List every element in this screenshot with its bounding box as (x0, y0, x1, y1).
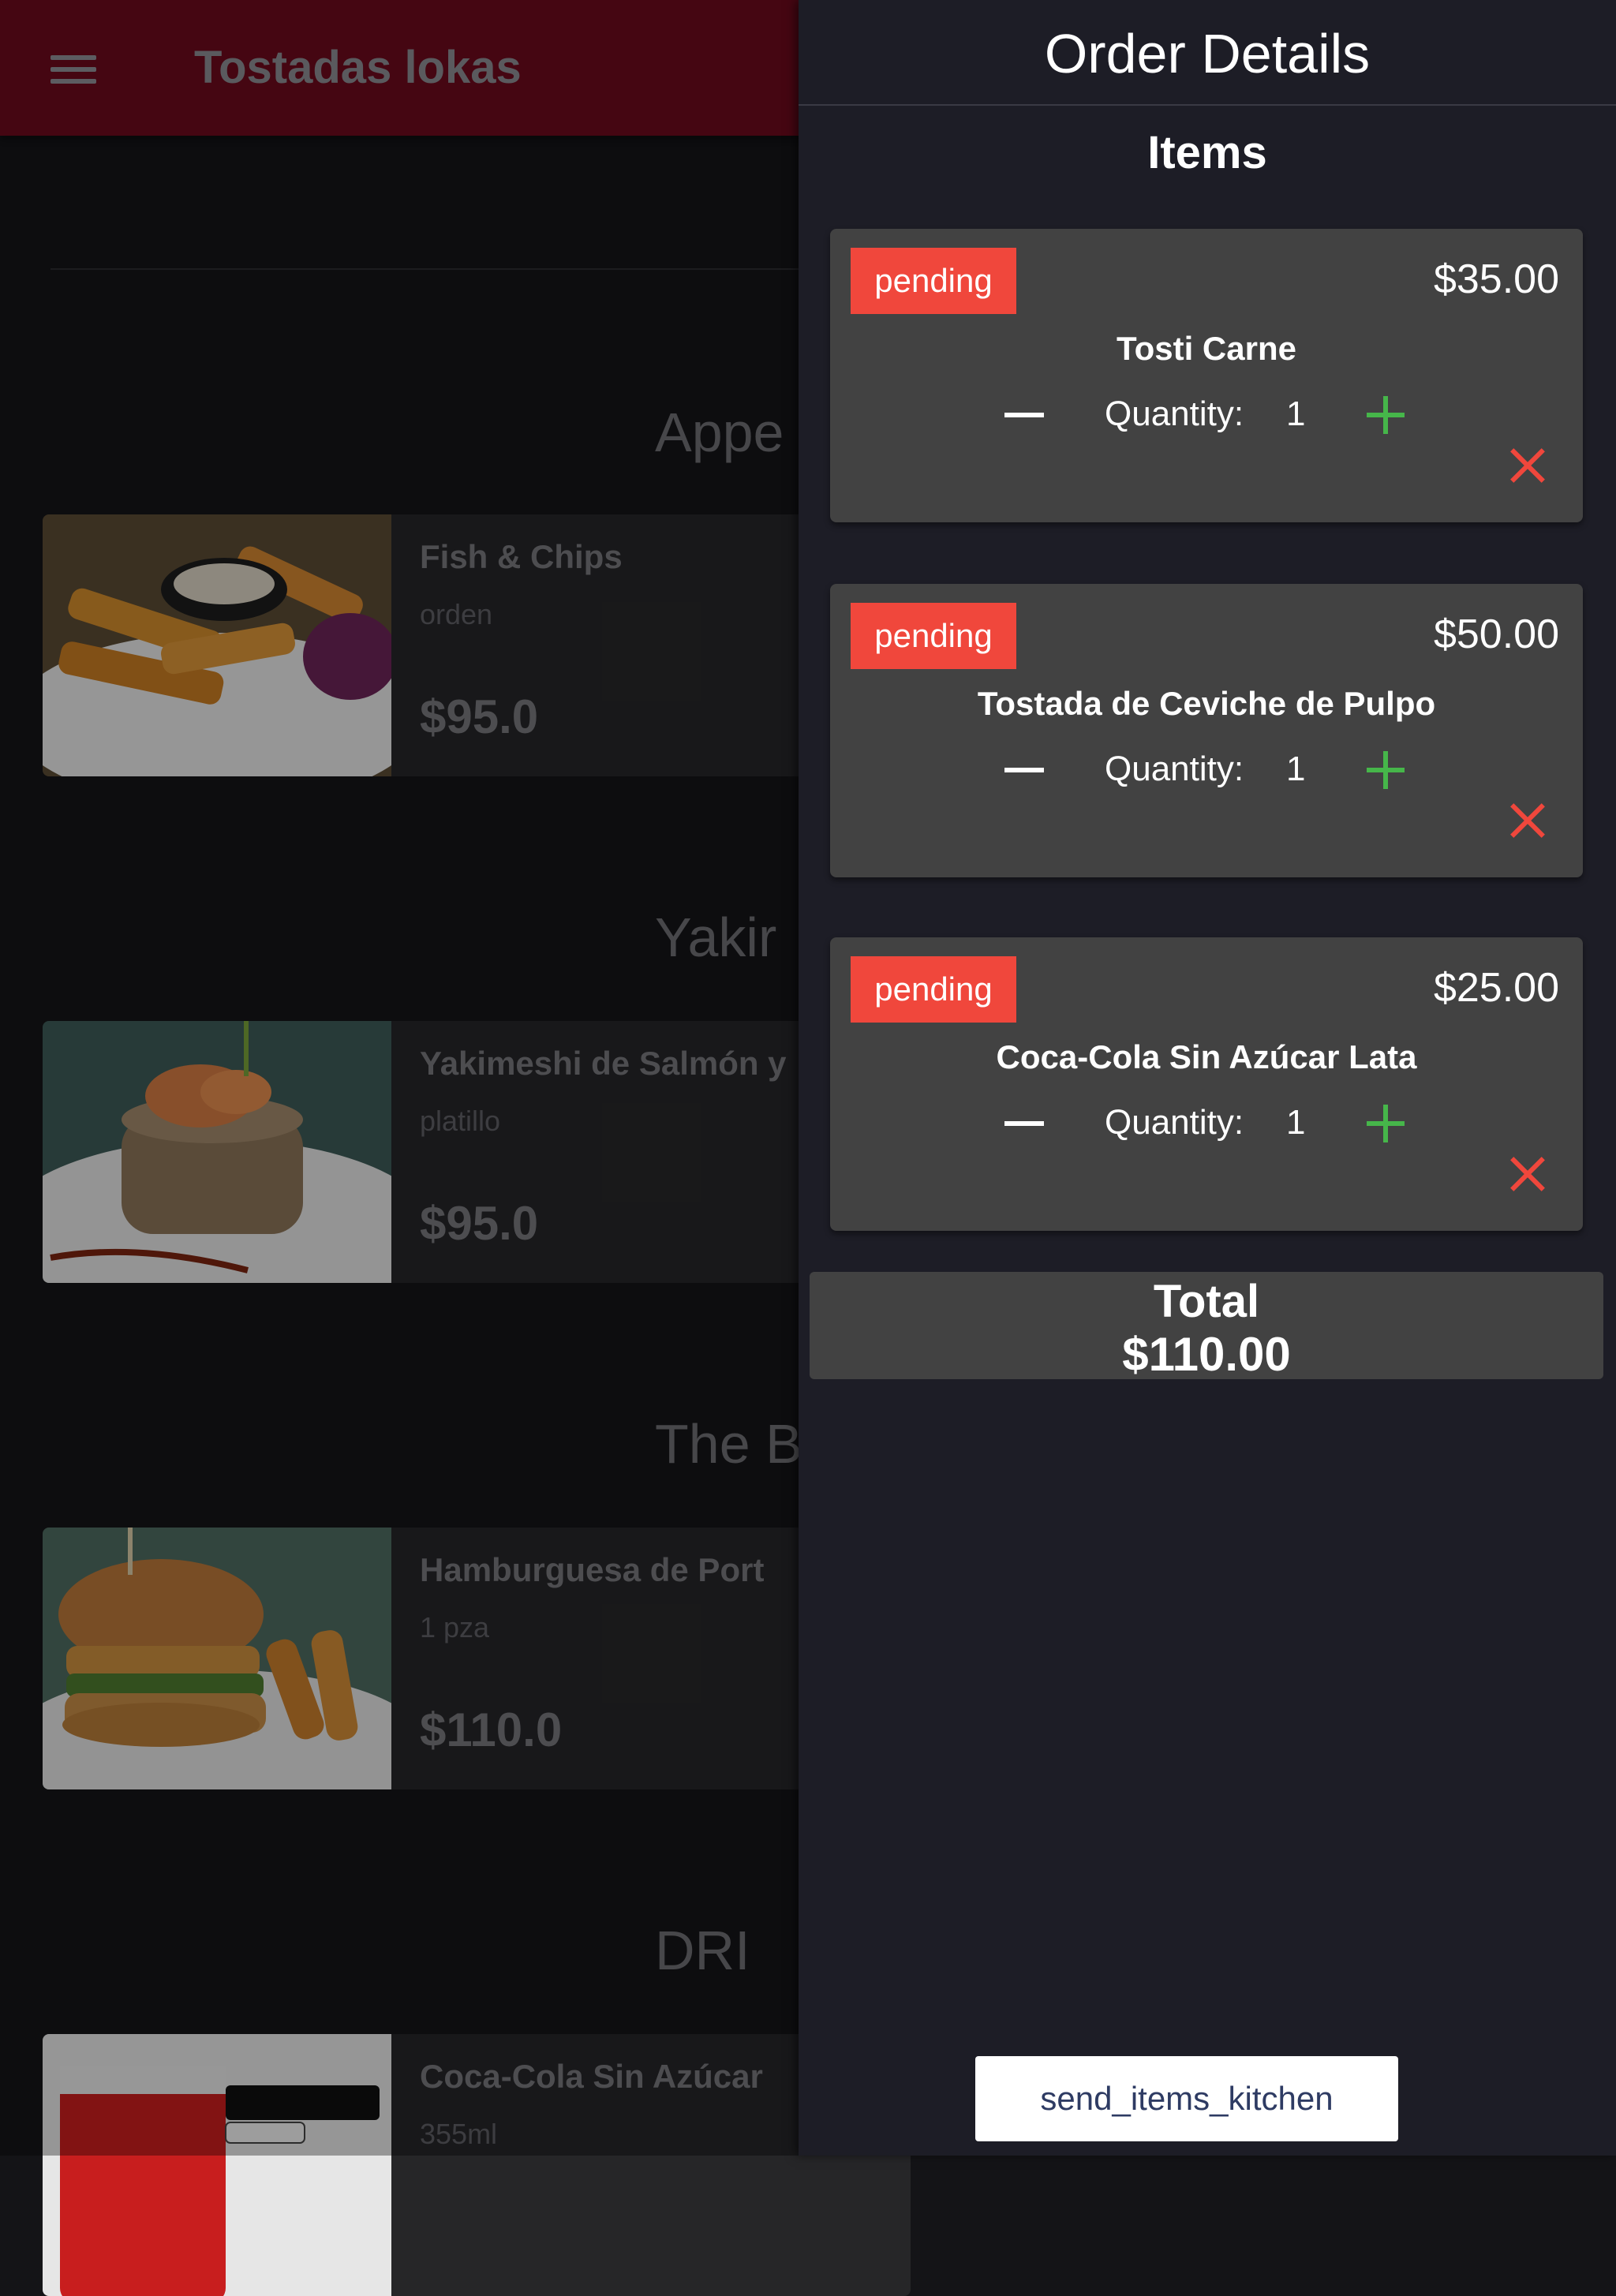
quantity-stepper: Quantity: 1 (830, 739, 1583, 802)
order-total: Total $110.00 (810, 1272, 1603, 1381)
order-item-card: pending $35.00 Tosti Carne Quantity: 1 (830, 229, 1583, 522)
plus-icon[interactable] (1362, 1100, 1409, 1147)
order-item-name: Tostada de Ceviche de Pulpo (977, 685, 1436, 722)
quantity-value: 1 (1286, 395, 1306, 433)
close-icon[interactable] (1504, 1150, 1551, 1198)
drawer-scrim[interactable] (0, 0, 799, 2156)
send-items-kitchen-button[interactable]: send_items_kitchen (975, 2056, 1398, 2141)
plus-icon[interactable] (1362, 746, 1409, 794)
close-icon[interactable] (1504, 442, 1551, 489)
order-details-drawer: Order Details Items pending $35.00 Tosti… (799, 0, 1616, 2156)
quantity-label: Quantity: (1105, 1103, 1244, 1142)
order-item-name: Tosti Carne (1117, 330, 1296, 367)
order-item-card: pending $50.00 Tostada de Ceviche de Pul… (830, 584, 1583, 877)
order-item-name: Coca-Cola Sin Azúcar Lata (996, 1038, 1417, 1075)
quantity-label: Quantity: (1105, 395, 1244, 433)
quantity-stepper: Quantity: 1 (830, 383, 1583, 447)
quantity-label: Quantity: (1105, 750, 1244, 788)
order-item-price: $35.00 (1433, 256, 1559, 302)
items-heading: Items (1147, 127, 1267, 178)
total-value: $110.00 (1122, 1328, 1291, 1381)
status-badge: pending (851, 248, 1016, 314)
status-badge: pending (851, 603, 1016, 669)
order-item-price: $25.00 (1433, 965, 1559, 1011)
minus-icon[interactable] (1001, 391, 1048, 439)
order-item-card: pending $25.00 Coca-Cola Sin Azúcar Lata… (830, 937, 1583, 1231)
divider (799, 104, 1616, 106)
minus-icon[interactable] (1001, 746, 1048, 794)
quantity-value: 1 (1286, 1103, 1306, 1142)
drawer-title: Order Details (1044, 23, 1371, 84)
total-label: Total (1153, 1276, 1260, 1327)
close-icon[interactable] (1504, 797, 1551, 844)
minus-icon[interactable] (1001, 1100, 1048, 1147)
quantity-stepper: Quantity: 1 (830, 1092, 1583, 1155)
status-badge: pending (851, 956, 1016, 1023)
quantity-value: 1 (1286, 750, 1306, 788)
order-item-price: $50.00 (1433, 611, 1559, 657)
plus-icon[interactable] (1362, 391, 1409, 439)
